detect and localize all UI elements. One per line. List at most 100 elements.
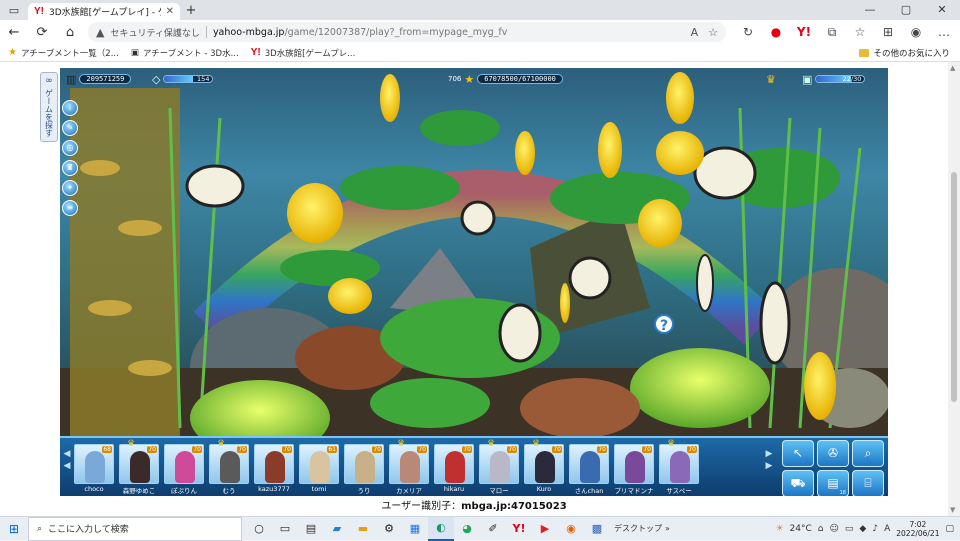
notifications-icon[interactable]: ▢ xyxy=(945,524,954,534)
app-icon[interactable]: ▤ xyxy=(298,517,324,541)
bookmark-achievement-3d[interactable]: ▣ アチーブメント - 3D水... xyxy=(131,47,239,59)
friend-card[interactable]: 70 ♛ 森野ゆめこ xyxy=(119,439,159,495)
dropbox-icon[interactable]: ◆ xyxy=(859,524,866,534)
display-icon[interactable]: ▭ xyxy=(845,524,854,534)
friend-level: 70 xyxy=(237,446,247,453)
book-button[interactable]: ▤ 18 xyxy=(817,470,849,496)
help-question-icon[interactable]: ? xyxy=(654,314,674,334)
friend-card[interactable]: 70 ♛ むう xyxy=(209,439,249,495)
close-tab-icon[interactable]: ✕ xyxy=(166,6,174,17)
friend-figure xyxy=(355,451,375,483)
collections-icon[interactable]: ⊞ xyxy=(874,25,902,40)
yahoo-icon[interactable]: Y! xyxy=(506,517,532,541)
aquarium-game-canvas[interactable]: ▥ 209571259 ◇ 154 706 ★ 67078500/6710000… xyxy=(60,68,888,496)
friend-card[interactable]: 70 ぽぷりん xyxy=(164,444,204,495)
friend-avatar: 70 xyxy=(569,444,609,484)
volume-icon[interactable]: ♪ xyxy=(872,524,878,534)
paint-icon[interactable]: ✐ xyxy=(480,517,506,541)
friend-card[interactable]: 68 choco xyxy=(74,444,114,494)
people-icon[interactable]: ☺ xyxy=(830,524,839,534)
other-favorites-label: その他のお気に入り xyxy=(873,49,950,59)
photos-icon[interactable]: ▰ xyxy=(324,517,350,541)
ranking-icon[interactable]: ≡ xyxy=(62,200,78,216)
friend-card[interactable]: 70 さんchan xyxy=(569,444,609,495)
favorites-icon[interactable]: ☆ xyxy=(846,25,874,40)
desktop-toolbar[interactable]: デスクトップ » xyxy=(614,523,670,534)
friend-figure xyxy=(400,451,420,483)
back-icon[interactable]: ← xyxy=(0,25,28,40)
more-menu-icon[interactable]: … xyxy=(930,25,958,40)
pinned-apps: ○ ▭ ▤ ▰ ▬ ⚙ ▦ ◐ ◕ ✐ Y! ▶ ◉ ▩ xyxy=(246,516,610,541)
home-icon[interactable]: ⌂ xyxy=(56,25,84,40)
brush-icon[interactable]: ✎ xyxy=(62,120,78,136)
youtube-icon[interactable]: ▶ xyxy=(532,517,558,541)
lettuce-coral xyxy=(370,378,490,428)
other-favorites[interactable]: その他のお気に入り xyxy=(859,47,950,59)
friend-card[interactable]: 70 hikaru xyxy=(434,444,474,494)
scroll-down-icon[interactable]: ▼ xyxy=(950,506,955,514)
camera-icon[interactable]: ◎ xyxy=(62,140,78,156)
clock[interactable]: 7:02 2022/06/21 xyxy=(896,520,939,538)
bookmark-achievements[interactable]: ★ アチーブメント一覧（2... xyxy=(8,47,119,59)
friend-level: 70 xyxy=(147,446,157,453)
windows-start-icon[interactable]: ⊞ xyxy=(0,522,28,536)
maximize-icon[interactable]: ▢ xyxy=(888,0,924,20)
store-icon[interactable]: ▦ xyxy=(402,517,428,541)
edge-browser-icon[interactable]: ◐ xyxy=(428,516,454,541)
magnifier-button[interactable]: ⌕ xyxy=(852,440,884,467)
refresh-icon[interactable]: ⟳ xyxy=(28,25,56,40)
yahoo-extension-icon[interactable]: Y! xyxy=(790,25,818,40)
crown-icon: ♛ xyxy=(397,439,406,449)
achievement-icon[interactable]: ✦ xyxy=(62,180,78,196)
friend-name: マロー xyxy=(489,487,509,495)
read-aloud-icon[interactable]: A xyxy=(691,26,699,39)
warning-icon[interactable]: ▲ xyxy=(96,26,104,39)
extensions-icon[interactable]: ⧉ xyxy=(818,25,846,40)
browser-tab[interactable]: Y! 3D水族館[ゲームプレイ] - ゲームなら ✕ xyxy=(28,3,180,20)
cursor-button[interactable]: ↖ xyxy=(782,440,814,467)
friend-card[interactable]: 70 ♛ Kuro xyxy=(524,439,564,494)
friend-card[interactable]: 70 ♛ サスペー xyxy=(659,439,699,495)
scroll-left-arrow-icon[interactable]: ◀ ◀ xyxy=(62,448,72,480)
bookmark-3d-aquarium[interactable]: Y! 3D水族館[ゲームプレ... xyxy=(251,47,356,59)
taskbar-search[interactable]: ⌕ ここに入力して検索 xyxy=(28,516,242,541)
friend-card[interactable]: 61 tomi xyxy=(299,444,339,494)
tab-actions-icon[interactable]: ▭ xyxy=(0,0,28,20)
settings-gear-icon[interactable]: ⚙ xyxy=(376,517,402,541)
url-path: /game/12007387/play?_from=mypage_myg_fv xyxy=(284,26,508,38)
friend-card[interactable]: 70 ♛ マロー xyxy=(479,439,519,495)
friend-card[interactable]: 70 うり xyxy=(344,444,384,495)
info-icon[interactable]: i xyxy=(62,100,78,116)
gift-button[interactable]: ⌸ xyxy=(852,470,884,496)
file-explorer-icon[interactable]: ▬ xyxy=(350,517,376,541)
friend-card[interactable]: 70 ♛ カメリア xyxy=(389,439,429,495)
scroll-up-icon[interactable]: ▲ xyxy=(950,64,955,72)
friend-card[interactable]: 70 kazu3777 xyxy=(254,444,294,494)
crown-icon: ♛ xyxy=(487,439,496,449)
app-green-icon[interactable]: ◕ xyxy=(454,517,480,541)
friend-card[interactable]: 70 プリマドンナ xyxy=(614,444,654,495)
close-window-icon[interactable]: ✕ xyxy=(924,0,960,20)
cart-button[interactable]: ⛟ xyxy=(782,470,814,496)
language-icon[interactable]: A xyxy=(884,524,890,534)
app-blue-icon[interactable]: ▩ xyxy=(584,517,610,541)
refresh-extension-icon[interactable]: ↻ xyxy=(734,25,762,40)
trophy-icon[interactable]: ♜ xyxy=(62,160,78,176)
task-view-icon[interactable]: ▭ xyxy=(272,517,298,541)
address-field[interactable]: ▲ セキュリティ保護なし yahoo-mbga.jp /game/1200738… xyxy=(88,22,726,42)
page-scrollbar[interactable]: ▲ ▼ xyxy=(948,62,960,516)
cortana-icon[interactable]: ○ xyxy=(246,517,272,541)
film-button[interactable]: ✇ xyxy=(817,440,849,467)
scroll-right-arrow-icon[interactable]: ▶ ▶ xyxy=(764,448,774,480)
friend-figure xyxy=(625,451,645,483)
find-games-tab[interactable]: ∞ ゲームを探す xyxy=(40,72,58,142)
network-icon[interactable]: ⌂ xyxy=(818,524,824,534)
new-tab-button[interactable]: + xyxy=(180,3,202,18)
scroll-thumb[interactable] xyxy=(951,172,957,402)
weather-icon[interactable]: ☀ xyxy=(775,524,783,534)
extension-red-icon[interactable]: ● xyxy=(762,25,790,40)
profile-avatar-icon[interactable]: ◉ xyxy=(902,25,930,40)
minimize-icon[interactable]: — xyxy=(852,0,888,20)
firefox-icon[interactable]: ◉ xyxy=(558,517,584,541)
favorite-star-icon[interactable]: ☆ xyxy=(708,26,718,39)
